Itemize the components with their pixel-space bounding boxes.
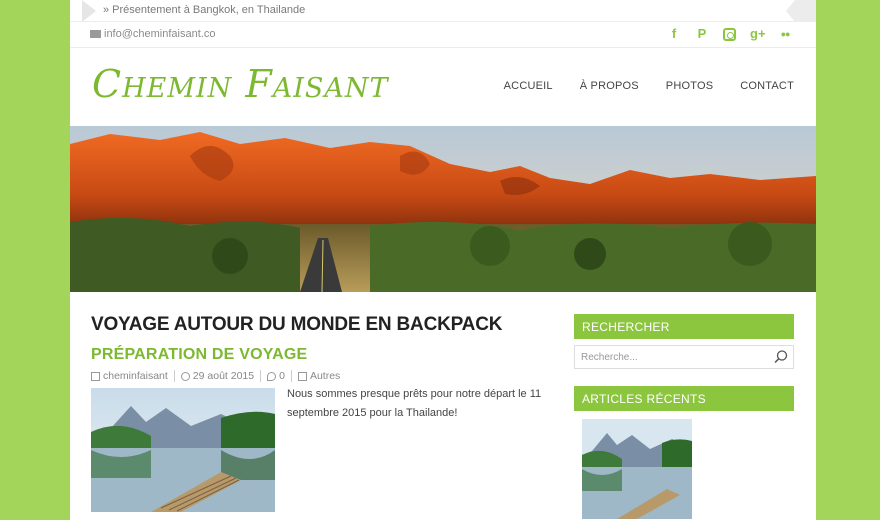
nav-item-a-propos[interactable]: À PROPOS xyxy=(580,80,639,92)
nav-item-contact[interactable]: CONTACT xyxy=(740,80,794,92)
contact-bar: info@cheminfaisant.co f P g+ ●● xyxy=(70,22,816,48)
email-contact[interactable]: info@cheminfaisant.co xyxy=(90,28,215,40)
google-plus-icon[interactable]: g+ xyxy=(750,26,766,42)
search-input[interactable] xyxy=(575,346,765,368)
ticker-left-arrow-icon[interactable] xyxy=(82,0,96,22)
post-thumbnail[interactable] xyxy=(91,388,275,512)
page-container: » Présentement à Bangkok, en Thailande i… xyxy=(70,0,816,520)
recent-post-thumbnail[interactable] xyxy=(582,419,692,519)
post-body: Nous sommes presque prêts pour notre dép… xyxy=(91,388,551,518)
sidebar: RECHERCHER ARTICLES RÉCENTS xyxy=(574,314,794,519)
news-ticker: » Présentement à Bangkok, en Thailande xyxy=(70,0,816,22)
social-links: f P g+ ●● xyxy=(667,26,792,42)
folder-icon xyxy=(297,371,307,381)
meta-divider xyxy=(290,370,292,382)
post-meta: cheminfaisant 29 août 2015 0 Autres xyxy=(91,370,551,382)
email-address[interactable]: info@cheminfaisant.co xyxy=(104,28,215,40)
post-category[interactable]: Autres xyxy=(310,370,340,382)
envelope-icon xyxy=(90,30,101,38)
recent-posts-widget: ARTICLES RÉCENTS xyxy=(574,386,794,519)
meta-divider xyxy=(260,370,262,382)
nav-item-accueil[interactable]: ACCUEIL xyxy=(504,80,553,92)
clock-icon xyxy=(180,371,190,381)
main-navigation: ACCUEIL À PROPOS PHOTOS CONTACT xyxy=(504,80,794,92)
instagram-icon[interactable] xyxy=(723,27,736,41)
recent-posts-title: ARTICLES RÉCENTS xyxy=(574,386,794,411)
post-author[interactable]: cheminfaisant xyxy=(103,370,168,382)
post-title[interactable]: PRÉPARATION DE VOYAGE xyxy=(91,346,551,364)
post-excerpt: Nous sommes presque prêts pour notre dép… xyxy=(287,388,542,419)
facebook-icon[interactable]: f xyxy=(667,26,681,42)
page-title: VOYAGE AUTOUR DU MONDE EN BACKPACK xyxy=(91,314,503,335)
flickr-icon[interactable]: ●● xyxy=(778,26,792,42)
main-content: VOYAGE AUTOUR DU MONDE EN BACKPACK PRÉPA… xyxy=(91,314,551,518)
ticker-text[interactable]: » Présentement à Bangkok, en Thailande xyxy=(103,4,305,16)
ticker-right-arrow-icon[interactable] xyxy=(786,0,816,22)
nav-item-photos[interactable]: PHOTOS xyxy=(666,80,713,92)
search-box xyxy=(574,345,794,369)
header-banner-image xyxy=(70,126,816,292)
post-comments[interactable]: 0 xyxy=(279,370,285,382)
meta-divider xyxy=(173,370,175,382)
author-icon xyxy=(91,371,100,381)
search-icon[interactable] xyxy=(773,349,789,365)
site-header: Chemin Faisant ACCUEIL À PROPOS PHOTOS C… xyxy=(70,48,816,126)
pinterest-icon[interactable]: P xyxy=(695,26,709,42)
post-date[interactable]: 29 août 2015 xyxy=(193,370,254,382)
search-widget-title: RECHERCHER xyxy=(574,314,794,339)
comment-icon xyxy=(267,371,277,381)
site-logo[interactable]: Chemin Faisant xyxy=(92,62,389,106)
